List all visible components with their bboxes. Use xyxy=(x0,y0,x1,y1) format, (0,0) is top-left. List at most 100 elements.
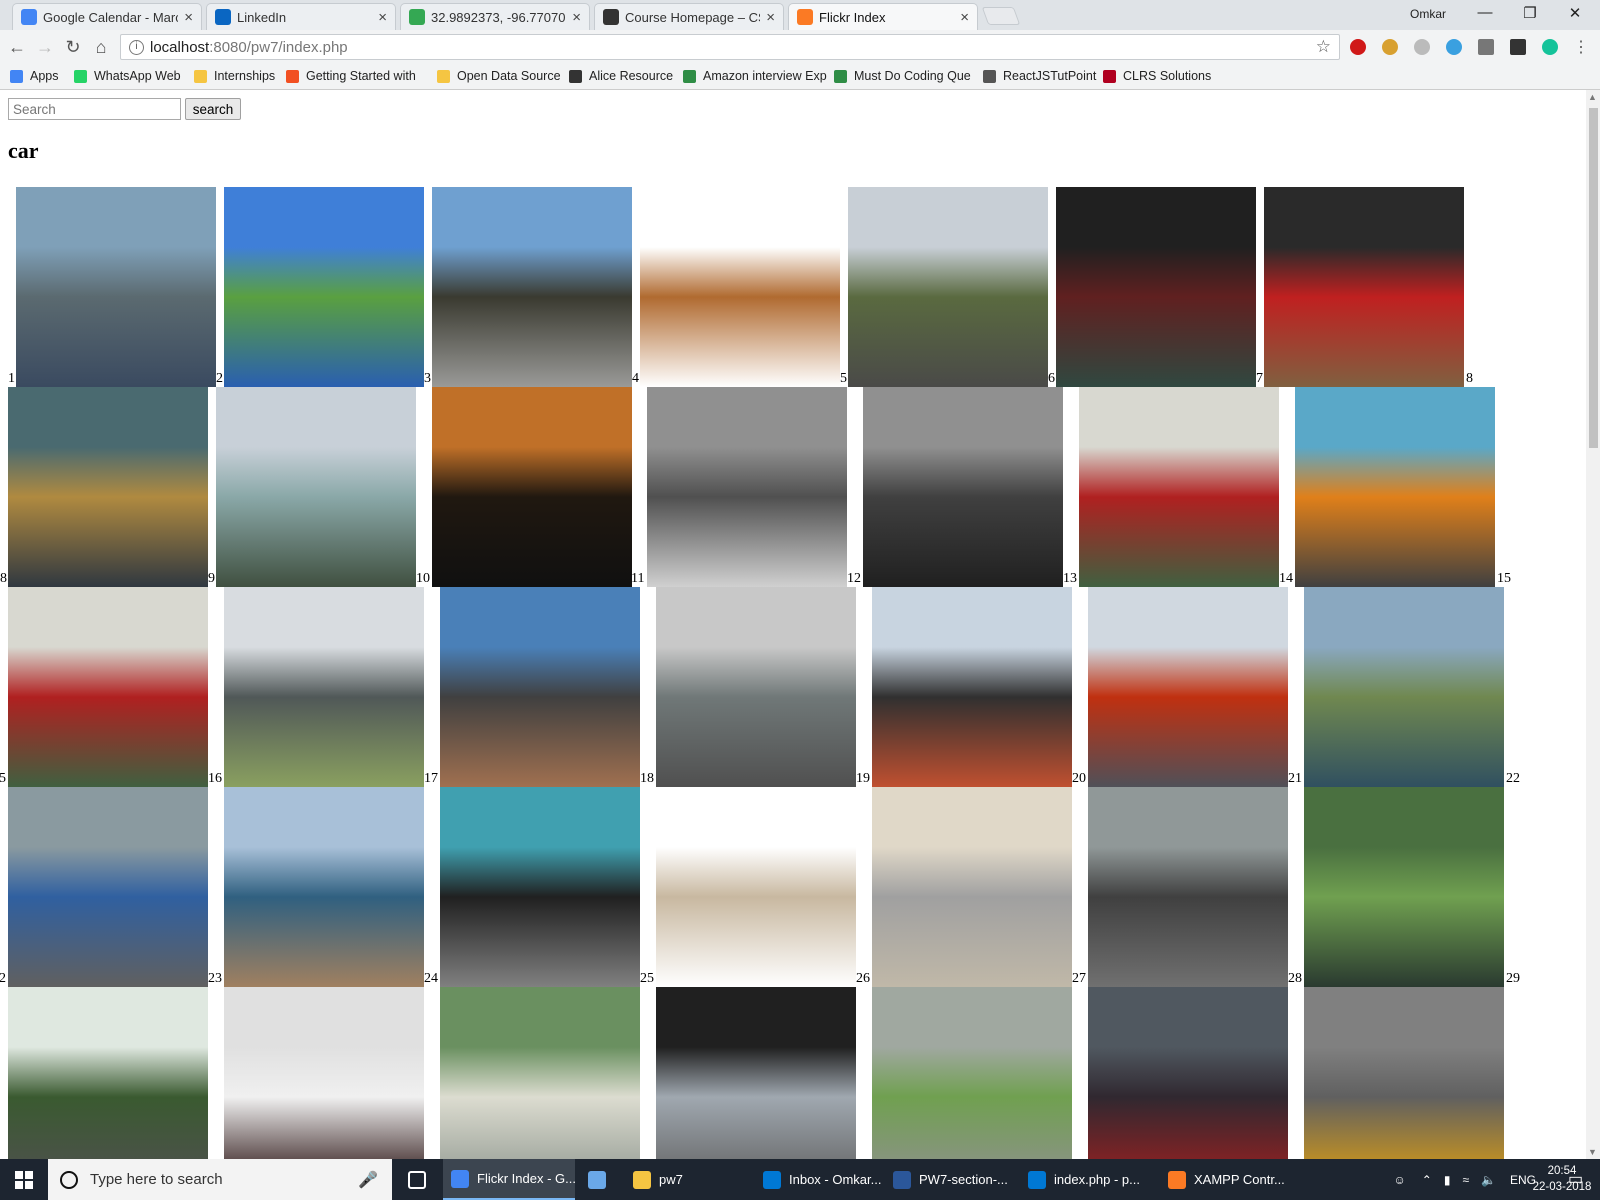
bookmark-item[interactable]: Alice Resource xyxy=(569,69,673,83)
search-button[interactable]: search xyxy=(185,98,241,120)
bookmark-item[interactable]: Must Do Coding Que xyxy=(834,69,971,83)
browser-tab[interactable]: Flickr Index × xyxy=(788,3,978,30)
opera-extension-icon[interactable] xyxy=(1350,39,1366,55)
photo-image xyxy=(848,187,1048,387)
browser-tab[interactable]: LinkedIn × xyxy=(206,3,396,30)
photo-thumbnail[interactable] xyxy=(1264,187,1464,387)
browser-tab[interactable]: 32.9892373, -96.7707075 × xyxy=(400,3,590,30)
address-bar[interactable]: i localhost:8080/pw7/index.php ☆ xyxy=(120,34,1340,60)
photo-thumbnail[interactable] xyxy=(1088,987,1288,1159)
photo-thumbnail[interactable] xyxy=(872,987,1072,1159)
photo-thumbnail[interactable] xyxy=(1304,787,1504,987)
photo-thumbnail[interactable] xyxy=(1056,187,1256,387)
photo-thumbnail[interactable] xyxy=(440,587,640,787)
bookmark-item[interactable]: Amazon interview Exp xyxy=(683,69,827,83)
close-tab-icon[interactable]: × xyxy=(184,9,193,26)
photo-thumbnail[interactable] xyxy=(872,787,1072,987)
photo-thumbnail[interactable] xyxy=(432,387,632,587)
photo-thumbnail[interactable] xyxy=(440,987,640,1159)
minimize-icon[interactable]: — xyxy=(1470,4,1500,21)
back-icon[interactable]: ← xyxy=(6,37,28,58)
wifi-icon[interactable]: ≈ xyxy=(1462,1173,1469,1187)
forward-icon[interactable]: → xyxy=(34,37,56,58)
photo-thumbnail[interactable] xyxy=(432,187,632,387)
windows-start-button[interactable] xyxy=(0,1159,48,1200)
taskbar-app[interactable]: pw7 xyxy=(625,1159,750,1200)
search-input[interactable] xyxy=(8,98,181,120)
bookmark-star-icon[interactable]: ☆ xyxy=(1316,37,1331,57)
photo-thumbnail[interactable] xyxy=(656,787,856,987)
page-scrollbar[interactable]: ▲ ▼ xyxy=(1586,90,1600,1159)
scroll-down-icon[interactable]: ▼ xyxy=(1588,1147,1597,1157)
browser-tab[interactable]: Google Calendar - March × xyxy=(12,3,202,30)
bookmark-item[interactable]: CLRS Solutions xyxy=(1103,69,1211,83)
restore-icon[interactable]: ❐ xyxy=(1515,4,1545,22)
photo-thumbnail[interactable] xyxy=(224,987,424,1159)
task-view-button[interactable] xyxy=(400,1159,436,1200)
photo-thumbnail[interactable] xyxy=(440,787,640,987)
photo-thumbnail[interactable] xyxy=(8,587,208,787)
scroll-up-icon[interactable]: ▲ xyxy=(1588,92,1597,102)
home-icon[interactable]: ⌂ xyxy=(90,37,112,58)
site-info-icon[interactable]: i xyxy=(129,39,144,55)
battery-icon[interactable]: ▮ xyxy=(1444,1173,1451,1187)
taskbar-app[interactable] xyxy=(580,1159,620,1200)
taskbar-search-box[interactable]: Type here to search 🎤 xyxy=(48,1159,392,1200)
taskbar-app[interactable]: PW7-section-... xyxy=(885,1159,1015,1200)
photo-thumbnail[interactable] xyxy=(224,787,424,987)
browser-tab[interactable]: Course Homepage – CS 6 × xyxy=(594,3,784,30)
action-center-icon[interactable]: ▭ xyxy=(1568,1169,1583,1189)
bookmark-item[interactable]: Getting Started with xyxy=(286,69,416,83)
photo-thumbnail[interactable] xyxy=(1079,387,1279,587)
reload-icon[interactable]: ↻ xyxy=(62,37,84,58)
grammarly-icon[interactable] xyxy=(1542,39,1558,55)
taskbar-app[interactable]: XAMPP Contr... xyxy=(1160,1159,1295,1200)
menu-kebab-icon[interactable]: ⋮ xyxy=(1570,37,1592,57)
scrollbar-thumb[interactable] xyxy=(1589,108,1598,448)
photo-thumbnail[interactable] xyxy=(848,187,1048,387)
extension-icon[interactable] xyxy=(1510,39,1526,55)
bookmark-item[interactable]: Apps xyxy=(10,69,59,83)
photo-thumbnail[interactable] xyxy=(1088,587,1288,787)
new-tab-button[interactable] xyxy=(981,7,1021,25)
close-tab-icon[interactable]: × xyxy=(572,9,581,26)
photo-thumbnail[interactable] xyxy=(1304,987,1504,1159)
microphone-icon[interactable]: 🎤 xyxy=(358,1170,378,1190)
bookmark-item[interactable]: WhatsApp Web xyxy=(74,69,181,83)
people-icon[interactable]: ☺ xyxy=(1394,1173,1406,1187)
photo-thumbnail[interactable] xyxy=(872,587,1072,787)
close-window-icon[interactable]: ✕ xyxy=(1560,4,1590,22)
photo-image xyxy=(1304,987,1504,1159)
photo-thumbnail[interactable] xyxy=(216,387,416,587)
photo-thumbnail[interactable] xyxy=(8,787,208,987)
photo-thumbnail[interactable] xyxy=(224,587,424,787)
close-tab-icon[interactable]: × xyxy=(378,9,387,26)
photo-thumbnail[interactable] xyxy=(1304,587,1504,787)
show-hidden-icons[interactable]: ⌃ xyxy=(1422,1173,1432,1187)
photo-thumbnail[interactable] xyxy=(16,187,216,387)
profile-name[interactable]: Omkar xyxy=(1410,7,1446,21)
photo-thumbnail[interactable] xyxy=(224,187,424,387)
bookmark-item[interactable]: ReactJSTutPoint xyxy=(983,69,1096,83)
extension-icon[interactable] xyxy=(1478,39,1494,55)
photo-thumbnail[interactable] xyxy=(640,187,840,387)
photo-thumbnail[interactable] xyxy=(8,987,208,1159)
close-tab-icon[interactable]: × xyxy=(766,9,775,26)
photo-thumbnail[interactable] xyxy=(656,987,856,1159)
photo-thumbnail[interactable] xyxy=(647,387,847,587)
extension-icon[interactable] xyxy=(1382,39,1398,55)
close-tab-icon[interactable]: × xyxy=(960,9,969,26)
taskbar-app[interactable]: Inbox - Omkar... xyxy=(755,1159,881,1200)
photo-thumbnail[interactable] xyxy=(1088,787,1288,987)
bookmark-item[interactable]: Open Data Source xyxy=(437,69,561,83)
taskbar-app[interactable]: Flickr Index - G... xyxy=(443,1159,576,1200)
photo-thumbnail[interactable] xyxy=(8,387,208,587)
cloud-extension-icon[interactable] xyxy=(1446,39,1462,55)
volume-icon[interactable]: 🔈 xyxy=(1481,1173,1496,1187)
taskbar-app[interactable]: index.php - p... xyxy=(1020,1159,1155,1200)
photo-thumbnail[interactable] xyxy=(1295,387,1495,587)
extension-icon[interactable] xyxy=(1414,39,1430,55)
photo-thumbnail[interactable] xyxy=(863,387,1063,587)
photo-thumbnail[interactable] xyxy=(656,587,856,787)
bookmark-item[interactable]: Internships xyxy=(194,69,275,83)
